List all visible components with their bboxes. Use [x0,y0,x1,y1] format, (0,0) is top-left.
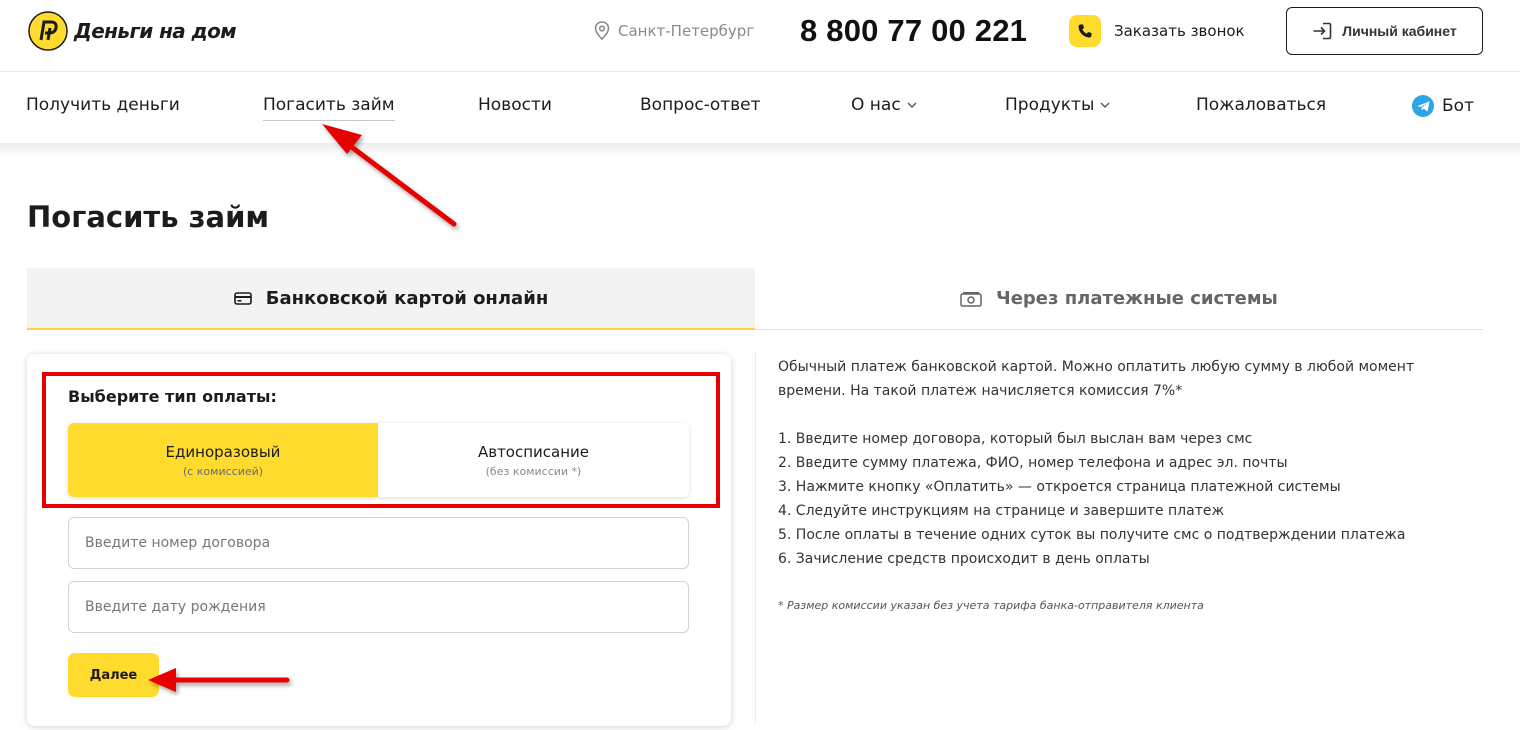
nav-label: О нас [851,95,901,115]
nav-label: Бот [1442,96,1474,116]
info-step: 2. Введите сумму платежа, ФИО, номер тел… [778,455,1288,471]
tab-payment-systems[interactable]: Через платежные системы [755,268,1483,330]
cash-icon [960,291,982,307]
next-button[interactable]: Далее [68,653,159,697]
payment-method-tabs: Банковской картой онлайн Через платежные… [27,268,1483,330]
chevron-down-icon [907,102,917,108]
info-step: 5. После оплаты в течение одних суток вы… [778,527,1406,543]
highlight-frame [42,372,720,508]
page-title: Погасить займ [27,200,270,234]
tab-label: Банковской картой онлайн [265,287,549,309]
info-steps: 1. Введите номер договора, который был в… [778,427,1478,571]
commission-note: * Размер комиссии указан без учета тариф… [778,599,1204,612]
main-nav: Получить деньги Погасить займ Новости Во… [0,73,1520,143]
card-icon [233,291,252,305]
nav-label: Пожаловаться [1196,95,1327,115]
chevron-down-icon [1100,102,1110,108]
nav-item-repay-loan[interactable]: Погасить займ [263,95,395,121]
phone-number[interactable]: 8 800 77 00 221 [800,13,1027,49]
info-step: 4. Следуйте инструкциям на странице и за… [778,503,1225,519]
info-step: 6. Зачисление средств происходит в день … [778,551,1150,567]
nav-item-complain[interactable]: Пожаловаться [1196,95,1326,115]
city-label: Санкт-Петербург [618,21,755,40]
nav-item-bot[interactable]: Бот [1412,95,1474,117]
location-pin-icon [594,21,610,40]
info-step: 1. Введите номер договора, который был в… [778,431,1253,447]
nav-item-news[interactable]: Новости [478,95,552,115]
site-header: Деньги на дом Санкт-Петербург 8 800 77 0… [0,0,1520,72]
nav-item-products[interactable]: Продукты [1005,95,1110,115]
column-divider [755,352,756,724]
login-icon [1313,22,1332,40]
logo-mark-icon [28,11,68,51]
callback-label: Заказать звонок [1114,22,1245,40]
logo-text: Деньги на дом [74,19,237,43]
tab-label: Через платежные системы [996,288,1278,309]
phone-icon [1069,15,1101,47]
info-step: 3. Нажмите кнопку «Оплатить» — откроется… [778,479,1341,495]
city-selector[interactable]: Санкт-Петербург [594,21,754,40]
nav-item-about[interactable]: О нас [851,95,917,115]
cabinet-label: Личный кабинет [1342,23,1457,39]
nav-label: Продукты [1005,95,1095,115]
nav-label: Вопрос-ответ [640,95,761,115]
telegram-icon [1412,95,1434,117]
tab-bank-card[interactable]: Банковской картой онлайн [27,268,755,330]
nav-label: Получить деньги [26,95,180,115]
info-intro: Обычный платеж банковской картой. Можно … [778,359,1415,399]
contract-number-input[interactable] [68,517,689,569]
logo[interactable]: Деньги на дом [28,11,237,51]
birth-date-input[interactable] [68,581,689,633]
personal-cabinet-button[interactable]: Личный кабинет [1286,7,1483,55]
nav-label: Новости [478,95,552,115]
nav-label: Погасить займ [263,95,395,115]
nav-item-get-money[interactable]: Получить деньги [26,95,180,115]
payment-info: Обычный платеж банковской картой. Можно … [778,355,1478,618]
nav-item-faq[interactable]: Вопрос-ответ [640,95,761,115]
nav-shadow [0,143,1520,157]
callback-button[interactable]: Заказать звонок [1069,15,1245,47]
